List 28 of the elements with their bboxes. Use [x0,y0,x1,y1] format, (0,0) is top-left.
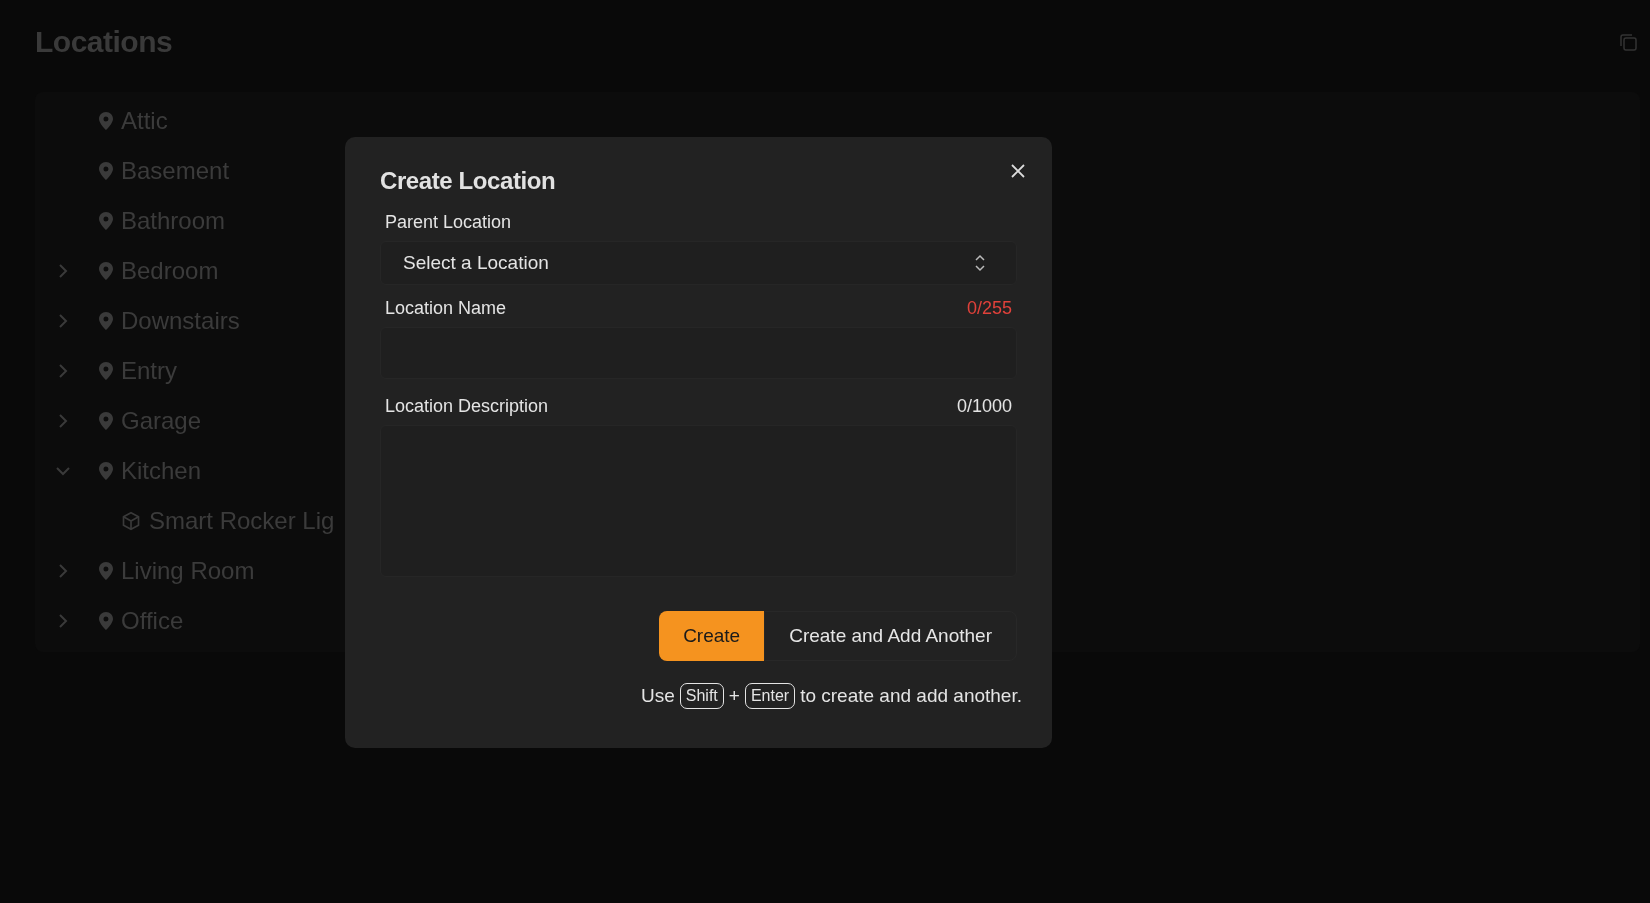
map-pin-icon [99,162,113,180]
create-another-button[interactable]: Create and Add Another [764,611,1017,661]
character-count: 0/255 [966,297,1012,319]
map-pin-icon [99,462,113,480]
keyboard-key: Shift [679,683,724,709]
create-button[interactable]: Create [659,611,765,661]
map-pin-icon [99,312,113,330]
map-pin-icon [99,212,113,230]
field-label: Location Name [385,297,507,319]
map-pin-icon [99,112,113,130]
location-select[interactable]: Select a Location [380,241,1017,285]
map-pin-icon [99,412,113,430]
field-label: Location Description [385,395,549,417]
close-icon [1010,163,1026,179]
plus-sign: + [728,685,740,707]
stack-icon[interactable] [1618,32,1638,52]
field-label: Parent Location [385,211,512,233]
dialog-title: Create Location [380,167,557,195]
hint-text: to create and add another. [800,685,1022,707]
up-down-chevron-icon [974,254,986,272]
map-pin-icon [99,262,113,280]
map-pin-icon [99,362,113,380]
hint-text: Use [641,685,675,707]
cube-icon [121,511,141,531]
keyboard-key: Enter [744,683,796,709]
character-count: 0/1000 [956,395,1012,417]
map-pin-icon [99,612,113,630]
map-pin-icon [99,562,113,580]
